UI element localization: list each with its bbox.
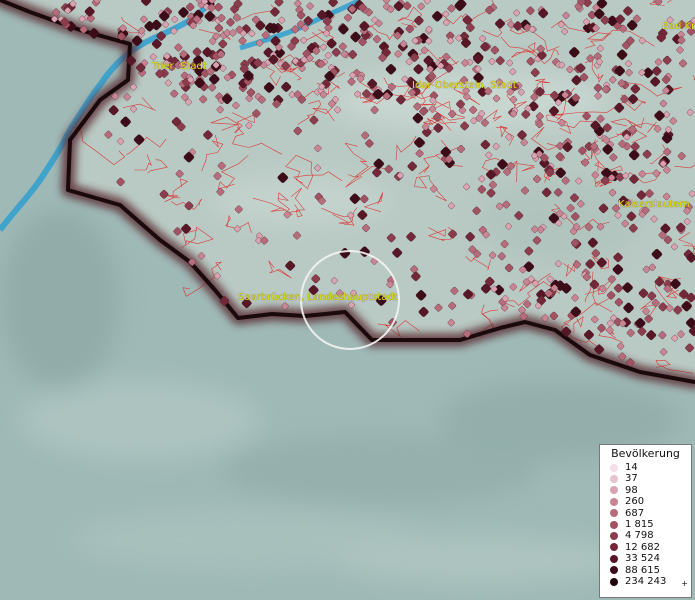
city-label-trier: Trier, Stadt [152, 61, 207, 72]
legend-item: 37 [610, 473, 691, 484]
legend-item-label: 687 [625, 507, 645, 519]
legend-swatch-icon [610, 543, 618, 552]
city-label-saarbruecken: Saarbrücken, Landeshauptstadt [238, 292, 398, 303]
legend-item: 14 [610, 462, 691, 473]
legend-swatch-icon [610, 486, 618, 495]
legend-swatch-icon [610, 475, 618, 484]
legend-item-label: 88 615 [625, 564, 660, 576]
legend-item-label: 12 682 [625, 541, 660, 553]
legend-list: 14 37 98 260 687 1 815 4 798 12 682 33 5… [600, 462, 691, 587]
legend-item-label: 260 [625, 496, 645, 508]
legend-swatch-icon [610, 554, 618, 563]
map-view[interactable]: Trier, Stadt Idar-Oberstein, Stadt Bad K… [0, 0, 695, 600]
legend-swatch-icon [610, 463, 618, 472]
legend-item-label: 33 524 [625, 553, 660, 565]
legend-item-label: 4 798 [625, 530, 654, 542]
legend-item: 33 524 [610, 553, 691, 564]
legend-item: 1 815 [610, 519, 691, 530]
city-label-idar-oberstein: Idar-Oberstein, Stadt [412, 80, 517, 91]
legend-swatch-icon [610, 509, 618, 518]
legend-swatch-icon [610, 532, 618, 541]
legend-item: 260 [610, 496, 691, 507]
legend-item: 4 798 [610, 530, 691, 541]
legend-item: 88 615 [610, 565, 691, 576]
legend-swatch-icon [610, 566, 618, 575]
legend-swatch-icon [610, 520, 618, 529]
legend-item: 12 682 [610, 542, 691, 553]
population-legend: Bevölkerung 14 37 98 260 687 1 815 4 798… [599, 444, 692, 598]
legend-item-label: 234 243 [625, 575, 667, 587]
city-label-bad-kreuznach: Bad Kr [662, 21, 695, 32]
legend-item: 98 [610, 485, 691, 496]
legend-item-label: 98 [625, 484, 638, 496]
legend-item-label: 14 [625, 462, 638, 473]
legend-plus: + [681, 579, 688, 588]
city-label-kaiserslautern: Kaiserslautern [618, 199, 690, 210]
legend-title: Bevölkerung [611, 447, 680, 460]
legend-item: 234 243 [610, 576, 691, 587]
legend-swatch-icon [610, 577, 618, 586]
legend-item-label: 37 [625, 473, 638, 485]
legend-item-label: 1 815 [625, 518, 654, 530]
legend-item: 687 [610, 508, 691, 519]
legend-swatch-icon [610, 497, 618, 506]
